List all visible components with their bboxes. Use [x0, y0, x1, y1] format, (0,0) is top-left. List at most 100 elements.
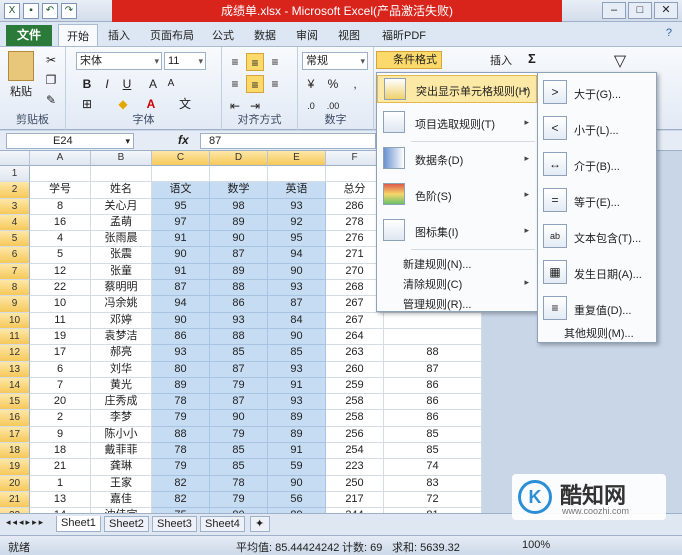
align-bottom-icon[interactable]: ≡ [266, 53, 284, 71]
cell[interactable]: 6 [30, 361, 91, 378]
cell[interactable]: 22 [30, 280, 91, 297]
cell[interactable]: 93 [210, 312, 268, 329]
cell[interactable]: 79 [210, 491, 268, 509]
cell[interactable]: 冯余姚 [91, 296, 152, 313]
cell[interactable]: 259 [326, 377, 384, 395]
cell[interactable] [384, 328, 482, 346]
cell[interactable]: 18 [30, 443, 91, 460]
cell[interactable]: 223 [326, 459, 384, 476]
comma-icon[interactable]: , [346, 75, 364, 93]
cell[interactable]: 庄秀成 [91, 394, 152, 411]
cell[interactable]: 82 [152, 475, 210, 492]
cell[interactable]: 8 [30, 198, 91, 215]
cell[interactable]: 254 [326, 443, 384, 460]
cell[interactable]: 87 [210, 361, 268, 378]
cell[interactable]: 87 [152, 280, 210, 297]
cell[interactable]: 83 [384, 475, 482, 492]
cell[interactable]: 89 [210, 263, 268, 281]
cell[interactable]: 学号 [30, 182, 91, 199]
submenu-item-equal-to[interactable]: = 等于(E)... [538, 183, 656, 217]
tab-page-layout[interactable]: 页面布局 [150, 27, 194, 43]
tab-insert[interactable]: 插入 [108, 27, 130, 43]
cell[interactable] [91, 166, 152, 183]
cell[interactable]: 90 [152, 247, 210, 264]
row-header[interactable]: 2 [0, 182, 30, 199]
cell[interactable]: 86 [384, 410, 482, 427]
column-header-d[interactable]: D [210, 151, 268, 166]
cell[interactable]: 11 [30, 312, 91, 329]
align-right-icon[interactable]: ≡ [266, 75, 284, 93]
underline-button[interactable]: U [118, 75, 136, 93]
cell[interactable]: 90 [152, 312, 210, 329]
tab-home[interactable]: 开始 [58, 24, 98, 46]
cell[interactable] [30, 166, 91, 183]
cell[interactable]: 2 [30, 410, 91, 427]
submenu-item-more-rules[interactable]: 其他规则(M)... [538, 323, 656, 341]
row-header[interactable]: 7 [0, 263, 30, 281]
column-header-a[interactable]: A [30, 151, 91, 166]
cell[interactable]: 217 [326, 491, 384, 509]
cell[interactable]: 94 [152, 296, 210, 313]
row-header[interactable]: 19 [0, 459, 30, 476]
cell[interactable]: 78 [152, 394, 210, 411]
row-header[interactable]: 3 [0, 198, 30, 215]
cell[interactable]: 89 [268, 426, 326, 444]
cell[interactable]: 88 [210, 328, 268, 346]
cell[interactable]: 19 [30, 328, 91, 346]
cell[interactable]: 13 [30, 491, 91, 509]
cell[interactable]: 82 [152, 491, 210, 509]
cell[interactable]: 56 [268, 491, 326, 509]
sheet-tab-3[interactable]: Sheet3 [152, 516, 197, 532]
cell[interactable]: 93 [268, 198, 326, 215]
cell[interactable]: 85 [210, 459, 268, 476]
cell[interactable]: 4 [30, 231, 91, 248]
conditional-format-button[interactable]: 条件格式 [376, 51, 442, 69]
cell[interactable]: 龚琳 [91, 459, 152, 476]
cell[interactable]: 10 [30, 296, 91, 313]
submenu-item-less-than[interactable]: < 小于(L)... [538, 111, 656, 145]
cell[interactable]: 85 [384, 443, 482, 460]
cell[interactable]: 74 [384, 459, 482, 476]
tab-view[interactable]: 视图 [338, 27, 360, 43]
cell[interactable]: 邓婷 [91, 312, 152, 329]
cell[interactable]: 数学 [210, 182, 268, 199]
cell[interactable]: 89 [268, 410, 326, 427]
paste-label[interactable]: 粘贴 [10, 83, 32, 99]
save-icon[interactable]: ▪ [23, 3, 39, 19]
cell[interactable]: 关心月 [91, 198, 152, 215]
cell[interactable]: 85 [268, 345, 326, 362]
cell[interactable]: 93 [268, 280, 326, 297]
row-header[interactable]: 21 [0, 491, 30, 509]
cell[interactable]: 90 [268, 475, 326, 492]
row-header[interactable]: 14 [0, 377, 30, 395]
cell[interactable]: 20 [30, 394, 91, 411]
cell[interactable]: 16 [30, 214, 91, 232]
formula-input[interactable]: 87 [200, 133, 376, 149]
percent-icon[interactable]: % [324, 75, 342, 93]
cell[interactable]: 264 [326, 328, 384, 346]
copy-icon[interactable]: ❐ [42, 71, 60, 89]
cell[interactable]: 91 [152, 231, 210, 248]
cell[interactable]: 90 [268, 263, 326, 281]
row-header[interactable]: 6 [0, 247, 30, 264]
status-zoom[interactable]: 100% [522, 539, 550, 551]
align-top-icon[interactable]: ≡ [226, 53, 244, 71]
close-button[interactable]: ✕ [654, 2, 678, 19]
row-header[interactable]: 15 [0, 394, 30, 411]
cell[interactable]: 刘华 [91, 361, 152, 378]
cell[interactable]: 84 [268, 312, 326, 329]
cell[interactable] [152, 166, 210, 183]
cell[interactable]: 94 [268, 247, 326, 264]
cell[interactable]: 张雨晨 [91, 231, 152, 248]
align-center-icon[interactable]: ≡ [246, 75, 264, 93]
row-header[interactable]: 12 [0, 345, 30, 362]
cell[interactable]: 86 [384, 394, 482, 411]
cell[interactable]: 张童 [91, 263, 152, 281]
font-grow-icon[interactable]: A [144, 75, 162, 93]
cell[interactable]: 79 [210, 426, 268, 444]
row-header[interactable]: 5 [0, 231, 30, 248]
cell[interactable]: 90 [210, 410, 268, 427]
cell[interactable]: 80 [152, 361, 210, 378]
cell[interactable]: 85 [210, 443, 268, 460]
submenu-item-text-contains[interactable]: ab 文本包含(T)... [538, 219, 656, 253]
